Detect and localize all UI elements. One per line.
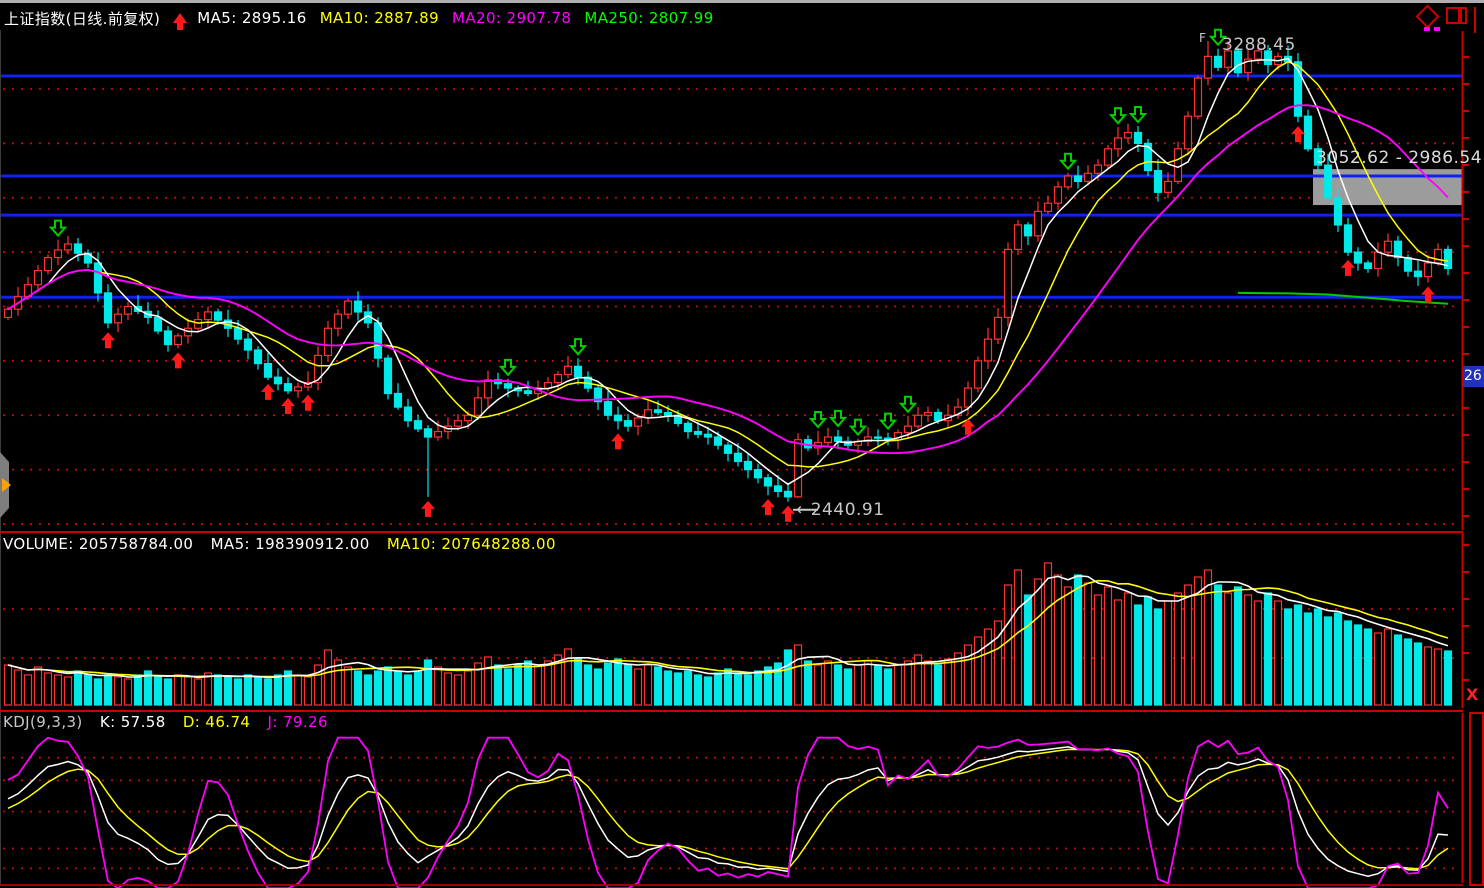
kdj-axis-box [1469,712,1484,886]
kdj-d-label: D: 46.74 [183,713,251,731]
peak-price-label: 3288.45 [1222,35,1296,55]
kdj-label-row: KDJ(9,3,3) K: 57.58 D: 46.74 J: 79.26 [3,713,340,731]
kdj-indicator-label: KDJ(9,3,3) [3,713,83,731]
left-panel-expand-handle[interactable] [0,452,14,518]
pane-close-button[interactable]: X [1466,685,1478,704]
kdj-k-label: K: 57.58 [100,713,166,731]
ma20-value-label: MA20: 2907.78 [452,9,571,27]
chart-canvas[interactable] [0,0,1484,888]
volume-ma5-label: MA5: 198390912.00 [211,535,370,553]
instrument-title: 上证指数(日线.前复权) [4,8,160,29]
bottom-border [0,884,1463,886]
chart-header: 上证指数(日线.前复权) MA5: 2895.16 MA10: 2887.89 … [4,7,727,29]
diamond-icon[interactable] [1415,4,1439,28]
kdj-pane-divider[interactable] [0,710,1463,712]
volume-label-row: VOLUME: 205758784.00 MA5: 198390912.00 M… [3,535,568,553]
ma10-value-label: MA10: 2887.89 [320,9,439,27]
tile-windows-icon[interactable] [1446,5,1468,24]
axis-price-badge: 26 [1463,366,1484,387]
range-price-label: 3052.62 - 2986.54 [1316,148,1482,168]
volume-pane-divider[interactable] [0,531,1463,533]
ma250-value-label: MA250: 2807.99 [584,9,713,27]
ma5-value-label: MA5: 2895.16 [197,9,306,27]
trough-price-label: ←2440.91 [796,500,885,520]
volume-ma10-label: MA10: 207648288.00 [387,535,556,553]
expand-handle-shape [0,452,14,518]
window-edge-bar [1474,7,1476,33]
magenta-dots-icon [1420,27,1440,31]
kdj-j-label: J: 79.26 [268,713,328,731]
trading-app-window: 上证指数(日线.前复权) MA5: 2895.16 MA10: 2887.89 … [0,0,1484,888]
up-arrow-icon [173,13,187,23]
volume-value-label: VOLUME: 205758784.00 [3,535,193,553]
peak-flag-marker: F [1199,31,1206,45]
